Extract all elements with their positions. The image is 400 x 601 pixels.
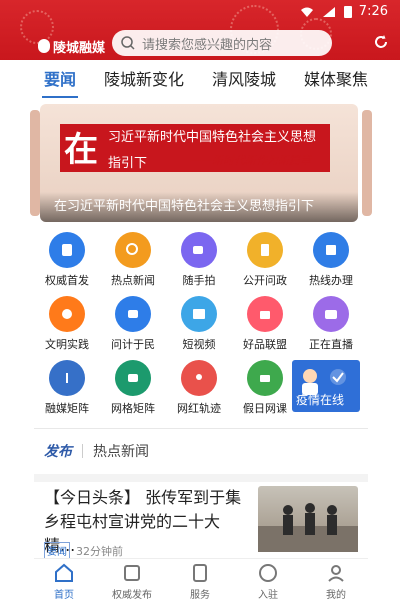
section-divider — [34, 428, 368, 429]
nav-service[interactable]: 服务 — [170, 563, 230, 601]
signal-icon — [322, 6, 335, 17]
printer-icon — [247, 360, 283, 396]
info-icon — [49, 360, 85, 396]
publish-brand: 发布 — [44, 444, 72, 460]
tab-clean-lingcheng[interactable]: 清风陵城 — [212, 66, 276, 90]
feature-authoritative[interactable]: 权威首发 — [34, 232, 100, 292]
shield-icon — [49, 232, 85, 268]
feature-holiday-class[interactable]: 假日网课 — [232, 360, 298, 420]
tab-media-focus[interactable]: 媒体聚焦 — [304, 66, 368, 90]
promo-label: 疫情在线 — [296, 393, 345, 407]
nav-official-release[interactable]: 权威发布 — [102, 563, 162, 601]
tv-icon — [313, 296, 349, 332]
article-time: 32分钟前 — [76, 544, 123, 558]
nav-mine[interactable]: 我的 — [306, 563, 366, 601]
channel-tabs: 要闻 陵城新变化 清风陵城 媒体聚焦 — [0, 60, 400, 98]
article-item[interactable]: 【今日头条】 张传军到于集乡程屯村宣讲党的二十大精... 要闻 32分钟前 — [44, 486, 358, 559]
list-icon — [313, 232, 349, 268]
video-camera-icon — [181, 232, 217, 268]
banner-card[interactable]: 在 习近平新时代中国特色社会主义思想 指引下 ——新时代新作为新篇章 在习近平新… — [40, 104, 358, 222]
fan-icon — [49, 296, 85, 332]
banner-headline-char: 在 — [64, 130, 98, 170]
feature-good-products[interactable]: 好品联盟 — [232, 296, 298, 356]
tab-lingcheng-change[interactable]: 陵城新变化 — [104, 66, 184, 90]
banner-caption: 在习近平新时代中国特色社会主义思想指引下 — [40, 192, 358, 222]
epidemic-online-promo[interactable]: 疫情在线 — [292, 360, 360, 412]
banner-line1: 习近平新时代中国特色社会主义思想 — [108, 130, 317, 145]
feature-civilization[interactable]: 文明实践 — [34, 296, 100, 356]
search-bar[interactable]: 请搜索您感兴趣的内容 — [112, 30, 332, 56]
newspaper-icon — [124, 565, 140, 581]
nav-join[interactable]: 入驻 — [238, 563, 298, 601]
bottom-navigation: 首页 权威发布 服务 入驻 我的 — [34, 558, 368, 601]
news-section-title: 热点新闻 — [93, 444, 149, 460]
status-bar: 7:26 — [299, 4, 388, 19]
feature-ask-people[interactable]: 问计于民 — [100, 296, 166, 356]
refresh-button[interactable] — [372, 33, 390, 55]
wifi-icon — [300, 7, 313, 17]
article-meta: 要闻 32分钟前 — [44, 542, 123, 559]
feature-public-affairs[interactable]: 公开问政 — [232, 232, 298, 292]
magnifier-icon — [115, 232, 151, 268]
battery-icon — [343, 5, 352, 18]
film-icon — [181, 296, 217, 332]
home-icon — [55, 563, 73, 582]
feature-live[interactable]: 正在直播 — [298, 296, 364, 356]
logo-text: 陵城融媒 — [53, 40, 106, 56]
status-time: 7:26 — [358, 4, 388, 19]
feature-snapshot[interactable]: 随手拍 — [166, 232, 232, 292]
tab-headlines[interactable]: 要闻 — [41, 66, 79, 98]
search-placeholder: 请搜索您感兴趣的内容 — [142, 37, 273, 53]
feature-grid: 权威首发 热点新闻 随手拍 公开问政 热线办理 文明实践 问计于民 短视频 好品… — [34, 232, 368, 428]
banner-slogan: ——新时代新作为新篇章 — [190, 154, 311, 167]
gift-icon — [247, 296, 283, 332]
separator — [82, 444, 83, 458]
feature-grid-matrix[interactable]: 网格矩阵 — [100, 360, 166, 420]
app-logo[interactable]: 陵城融媒 — [38, 37, 112, 56]
chat-icon — [115, 296, 151, 332]
article-tag: 要闻 — [44, 542, 70, 559]
profile-icon — [328, 565, 344, 582]
carousel-prev-peek[interactable] — [30, 110, 40, 216]
feature-short-video[interactable]: 短视频 — [166, 296, 232, 356]
hero-carousel[interactable]: 在 习近平新时代中国特色社会主义思想 指引下 ——新时代新作为新篇章 在习近平新… — [0, 104, 400, 224]
star-bookmark-icon — [193, 564, 207, 582]
logo-icon — [38, 39, 50, 53]
people-photo-icon — [258, 503, 358, 552]
article-thumbnail[interactable] — [258, 486, 358, 552]
top-header: 7:26 陵城融媒 请搜索您感兴趣的内容 — [0, 0, 400, 60]
location-icon — [181, 360, 217, 396]
news-top-band — [34, 474, 368, 482]
message-icon — [115, 360, 151, 396]
search-icon — [121, 36, 135, 50]
banner-line2: 指引下 — [108, 156, 148, 171]
nav-home[interactable]: 首页 — [34, 563, 94, 601]
feature-influencer-track[interactable]: 网红轨迹 — [166, 360, 232, 420]
carousel-next-peek[interactable] — [362, 110, 372, 216]
user-circle-icon — [259, 564, 277, 582]
feature-hot-news[interactable]: 热点新闻 — [100, 232, 166, 292]
document-icon — [247, 232, 283, 268]
feature-hotline[interactable]: 热线办理 — [298, 232, 364, 292]
refresh-icon — [375, 35, 387, 48]
news-header: 发布 热点新闻 — [44, 438, 149, 464]
feature-media-matrix[interactable]: 融媒矩阵 — [34, 360, 100, 420]
